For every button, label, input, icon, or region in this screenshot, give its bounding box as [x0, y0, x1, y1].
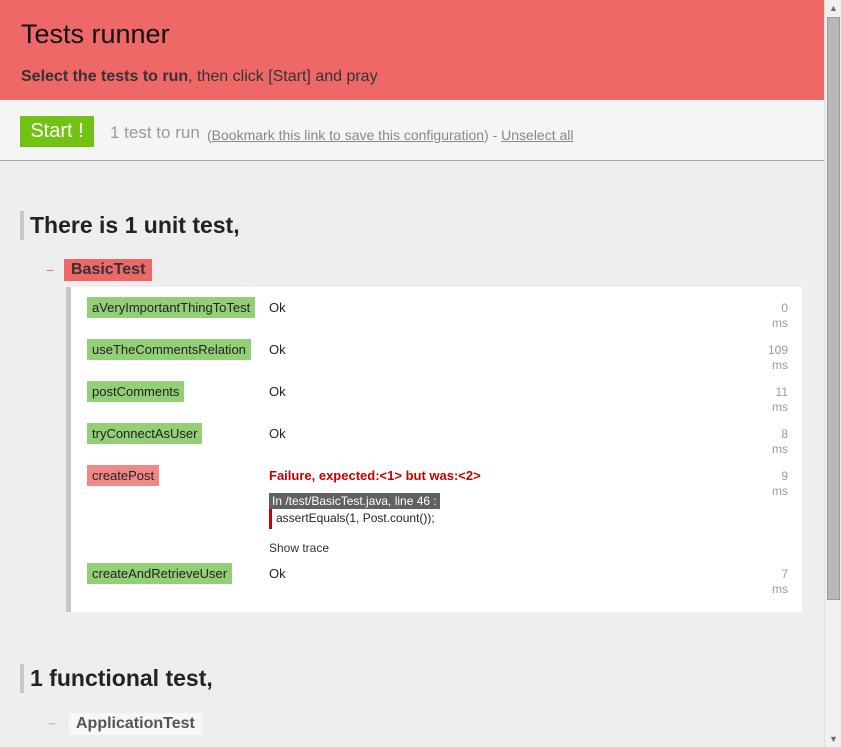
start-button[interactable]: Start !	[20, 116, 94, 147]
test-time: 7 ms	[748, 567, 788, 597]
test-time: 11 ms	[748, 385, 788, 415]
toolbar: Start ! 1 test to run (Bookmark this lin…	[0, 100, 824, 161]
scroll-thumb[interactable]	[827, 17, 840, 600]
test-name[interactable]: createAndRetrieveUser	[87, 563, 233, 584]
test-result: Ok	[269, 566, 286, 581]
functional-tests-heading: 1 functional test,	[20, 664, 213, 693]
time-value: 7	[781, 567, 788, 581]
test-name[interactable]: tryConnectAsUser	[87, 423, 203, 444]
expand-toggle-icon[interactable]: ~	[48, 716, 56, 731]
time-unit: ms	[772, 582, 788, 596]
time-unit: ms	[772, 484, 788, 498]
test-name[interactable]: useTheCommentsRelation	[87, 339, 251, 360]
subtitle-bold: Select the tests to run	[21, 68, 189, 85]
separator: ) -	[484, 127, 502, 143]
unselect-all-link[interactable]: Unselect all	[501, 127, 573, 143]
time-unit: ms	[772, 400, 788, 414]
test-class-basictest[interactable]: BasicTest	[64, 259, 153, 281]
test-name[interactable]: aVeryImportantThingToTest	[87, 297, 256, 318]
time-unit: ms	[772, 316, 788, 330]
unit-tests-heading: There is 1 unit test,	[20, 211, 240, 240]
scroll-down-arrow-icon[interactable]: ▼	[825, 731, 841, 747]
header: Tests runner Select the tests to run, th…	[0, 0, 824, 100]
time-unit: ms	[772, 358, 788, 372]
tests-count: 1 test to run	[110, 123, 200, 142]
show-trace-link[interactable]: Show trace	[269, 541, 329, 555]
time-value: 8	[781, 427, 788, 441]
error-location: In /test/BasicTest.java, line 46 :	[269, 493, 440, 509]
test-name[interactable]: postComments	[87, 381, 185, 402]
scroll-up-arrow-icon[interactable]: ▲	[825, 0, 841, 16]
test-result: Ok	[269, 342, 286, 357]
test-time: 9 ms	[748, 469, 788, 499]
test-class-applicationtest[interactable]: ApplicationTest	[69, 713, 202, 735]
test-time: 109 ms	[748, 343, 788, 373]
time-value: 9	[781, 469, 788, 483]
toolbar-links: (Bookmark this link to save this configu…	[207, 127, 574, 143]
vertical-scrollbar[interactable]: ▲ ▼	[824, 0, 841, 747]
test-time: 8 ms	[748, 427, 788, 457]
test-result: Ok	[269, 384, 286, 399]
test-result: Ok	[269, 300, 286, 315]
failure-message: Failure, expected:<1> but was:<2>	[269, 468, 481, 483]
test-results-panel: aVeryImportantThingToTest Ok 0 ms useTheC…	[66, 287, 802, 612]
subtitle: Select the tests to run, then click [Sta…	[21, 68, 378, 86]
collapse-toggle-icon[interactable]: −	[46, 262, 54, 278]
page-title: Tests runner	[21, 19, 170, 49]
page: Tests runner Select the tests to run, th…	[0, 0, 824, 747]
time-value: 11	[775, 385, 788, 399]
test-name[interactable]: createPost	[87, 465, 160, 486]
time-unit: ms	[772, 442, 788, 456]
time-value: 109	[767, 343, 788, 357]
test-result: Ok	[269, 426, 286, 441]
error-code: assertEquals(1, Post.count());	[269, 509, 435, 529]
test-time: 0 ms	[748, 301, 788, 331]
time-value: 0	[781, 301, 788, 315]
subtitle-rest: , then click [Start] and pray	[188, 68, 378, 85]
bookmark-link[interactable]: Bookmark this link to save this configur…	[212, 127, 484, 143]
